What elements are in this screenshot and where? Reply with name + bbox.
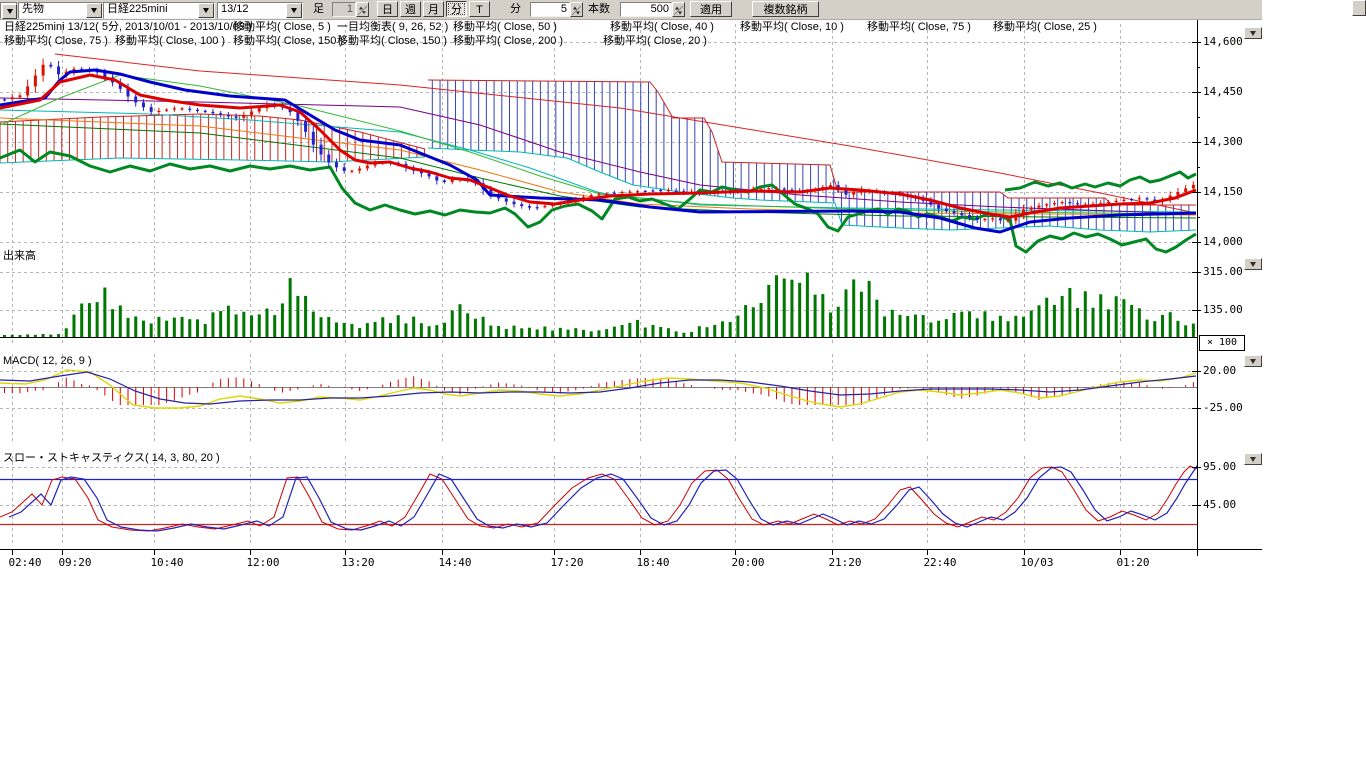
instrument-select-value: 日経225mini xyxy=(104,3,198,18)
header-indicator-label: 移動平均( Close, 75 ) xyxy=(4,35,108,48)
header-indicator-label: 一目均衡表( 9, 26, 52 ) xyxy=(337,21,448,34)
header-indicator-label: 移動平均( Close, 150 ) xyxy=(233,35,343,48)
minute-stepper[interactable]: 5 xyxy=(530,2,570,17)
macd-panel-label: MACD( 12, 26, 9 ) xyxy=(3,355,92,368)
panel-dropdown-button[interactable] xyxy=(1244,258,1262,270)
panel-dropdown-button[interactable] xyxy=(1244,27,1262,39)
chevron-down-icon xyxy=(91,8,97,13)
x-axis-label: 10/03 xyxy=(1015,557,1059,569)
trading-app-window: { "toolbar": { "combos": [ {"value": "先物… xyxy=(0,0,1366,768)
x-axis-label: 22:40 xyxy=(918,557,962,569)
macd-axis-label: 20.00 xyxy=(1203,365,1236,377)
price-axis-label: 14,300 xyxy=(1203,136,1243,148)
header-indicator-label: 移動平均( Close, 40 ) xyxy=(610,21,714,34)
macd-axis-label: -25.00 xyxy=(1203,402,1243,414)
price-axis-label: 14,450 xyxy=(1203,86,1243,98)
minute-label: 分 xyxy=(510,3,521,16)
bar-count-label: 本数 xyxy=(588,3,610,16)
x-axis-label: 17:20 xyxy=(545,557,589,569)
panel-dropdown-button[interactable] xyxy=(1244,453,1262,465)
bar-count-spin-button[interactable] xyxy=(672,2,685,17)
volume-axis-label: 315.00 xyxy=(1203,266,1243,278)
contract-month-select-value: 13/12 xyxy=(218,3,286,18)
bar-count-stepper[interactable]: 500 xyxy=(620,2,672,17)
apply-button[interactable]: 適用 xyxy=(690,1,732,17)
period-month-button[interactable]: 月 xyxy=(423,1,444,17)
x-axis-label: 14:40 xyxy=(433,557,477,569)
header-indicator-label: 移動平均( Close, 20 ) xyxy=(603,35,707,48)
instrument-select-arrow-button[interactable] xyxy=(198,3,214,18)
market-select-arrow-button[interactable] xyxy=(86,3,102,18)
header-indicator-label: 移動平均( Close, 150 ) xyxy=(337,35,447,48)
volume-axis-label: 135.00 xyxy=(1203,304,1243,316)
panel-dropdown-button[interactable] xyxy=(1244,355,1262,367)
stoch-axis-label: 95.00 xyxy=(1203,461,1236,473)
bar-type-stepper[interactable]: 1 xyxy=(332,2,356,17)
x-axis-label: 01:20 xyxy=(1111,557,1155,569)
scrollbar-fragment[interactable] xyxy=(1352,0,1366,16)
chart-canvas xyxy=(0,0,1366,768)
chevron-down-icon xyxy=(1250,31,1256,36)
bar-type-spin-button[interactable] xyxy=(356,2,369,17)
x-axis-label: 12:00 xyxy=(241,557,285,569)
instrument-select[interactable]: 日経225mini xyxy=(103,2,215,19)
header-indicator-label: 移動平均( Close, 75 ) xyxy=(867,21,971,34)
period-day-button[interactable]: 日 xyxy=(377,1,398,17)
header-indicator-label: 移動平均( Close, 25 ) xyxy=(993,21,1097,34)
chevron-down-icon xyxy=(7,9,13,14)
price-axis-label: 14,600 xyxy=(1203,36,1243,48)
multi-symbol-button[interactable]: 複数銘柄 xyxy=(752,1,819,17)
period-tick-button[interactable]: T xyxy=(469,1,490,17)
x-axis-label: 18:40 xyxy=(631,557,675,569)
x-axis-label: 09:20 xyxy=(53,557,97,569)
market-select-value: 先物 xyxy=(19,3,86,18)
x-axis-label: 13:20 xyxy=(336,557,380,569)
contract-month-select[interactable]: 13/12 xyxy=(217,2,303,19)
header-indicator-label: 移動平均( Close, 5 ) xyxy=(233,21,331,34)
chevron-down-icon xyxy=(291,8,297,13)
price-axis-label: 14,150 xyxy=(1203,186,1243,198)
combo-fragment[interactable] xyxy=(0,2,17,19)
diagonal-spinner-icon xyxy=(357,5,368,16)
diagonal-spinner-icon xyxy=(673,5,684,16)
minute-spin-button[interactable] xyxy=(570,2,583,17)
x-axis-label: 21:20 xyxy=(823,557,867,569)
chevron-down-icon xyxy=(1250,262,1256,267)
volume-multiplier-badge: × 100 xyxy=(1199,335,1245,351)
market-select[interactable]: 先物 xyxy=(18,2,103,19)
header-indicator-label: 日経225mini 13/12( 5分, 2013/10/01 - 2013/1… xyxy=(4,21,252,34)
chevron-down-icon xyxy=(1250,457,1256,462)
stoch-panel-label: スロー・ストキャスティクス( 14, 3, 80, 20 ) xyxy=(3,452,220,465)
diagonal-spinner-icon xyxy=(571,5,582,16)
stoch-axis-label: 45.00 xyxy=(1203,499,1236,511)
contract-month-select-arrow-button[interactable] xyxy=(286,3,302,18)
chevron-down-icon xyxy=(1250,359,1256,364)
period-week-button[interactable]: 週 xyxy=(400,1,421,17)
chevron-down-icon xyxy=(203,8,209,13)
combo-fragment-arrow-button[interactable] xyxy=(2,4,17,19)
x-axis-label: 02:40 xyxy=(3,557,47,569)
header-indicator-label: 移動平均( Close, 200 ) xyxy=(453,35,563,48)
x-axis-label: 10:40 xyxy=(145,557,189,569)
x-axis-label: 20:00 xyxy=(726,557,770,569)
toolbar: 先物 日経225mini 13/12 足 1 日 週 月 分 T 分 5 本数 … xyxy=(0,0,1262,20)
bar-type-label: 足 xyxy=(313,3,324,16)
header-indicator-label: 移動平均( Close, 50 ) xyxy=(453,21,557,34)
price-axis-label: 14,000 xyxy=(1203,236,1243,248)
header-indicator-label: 移動平均( Close, 10 ) xyxy=(740,21,844,34)
volume-panel-label: 出来高 xyxy=(3,250,36,263)
header-indicator-label: 移動平均( Close, 100 ) xyxy=(115,35,225,48)
period-minute-button[interactable]: 分 xyxy=(446,1,467,17)
